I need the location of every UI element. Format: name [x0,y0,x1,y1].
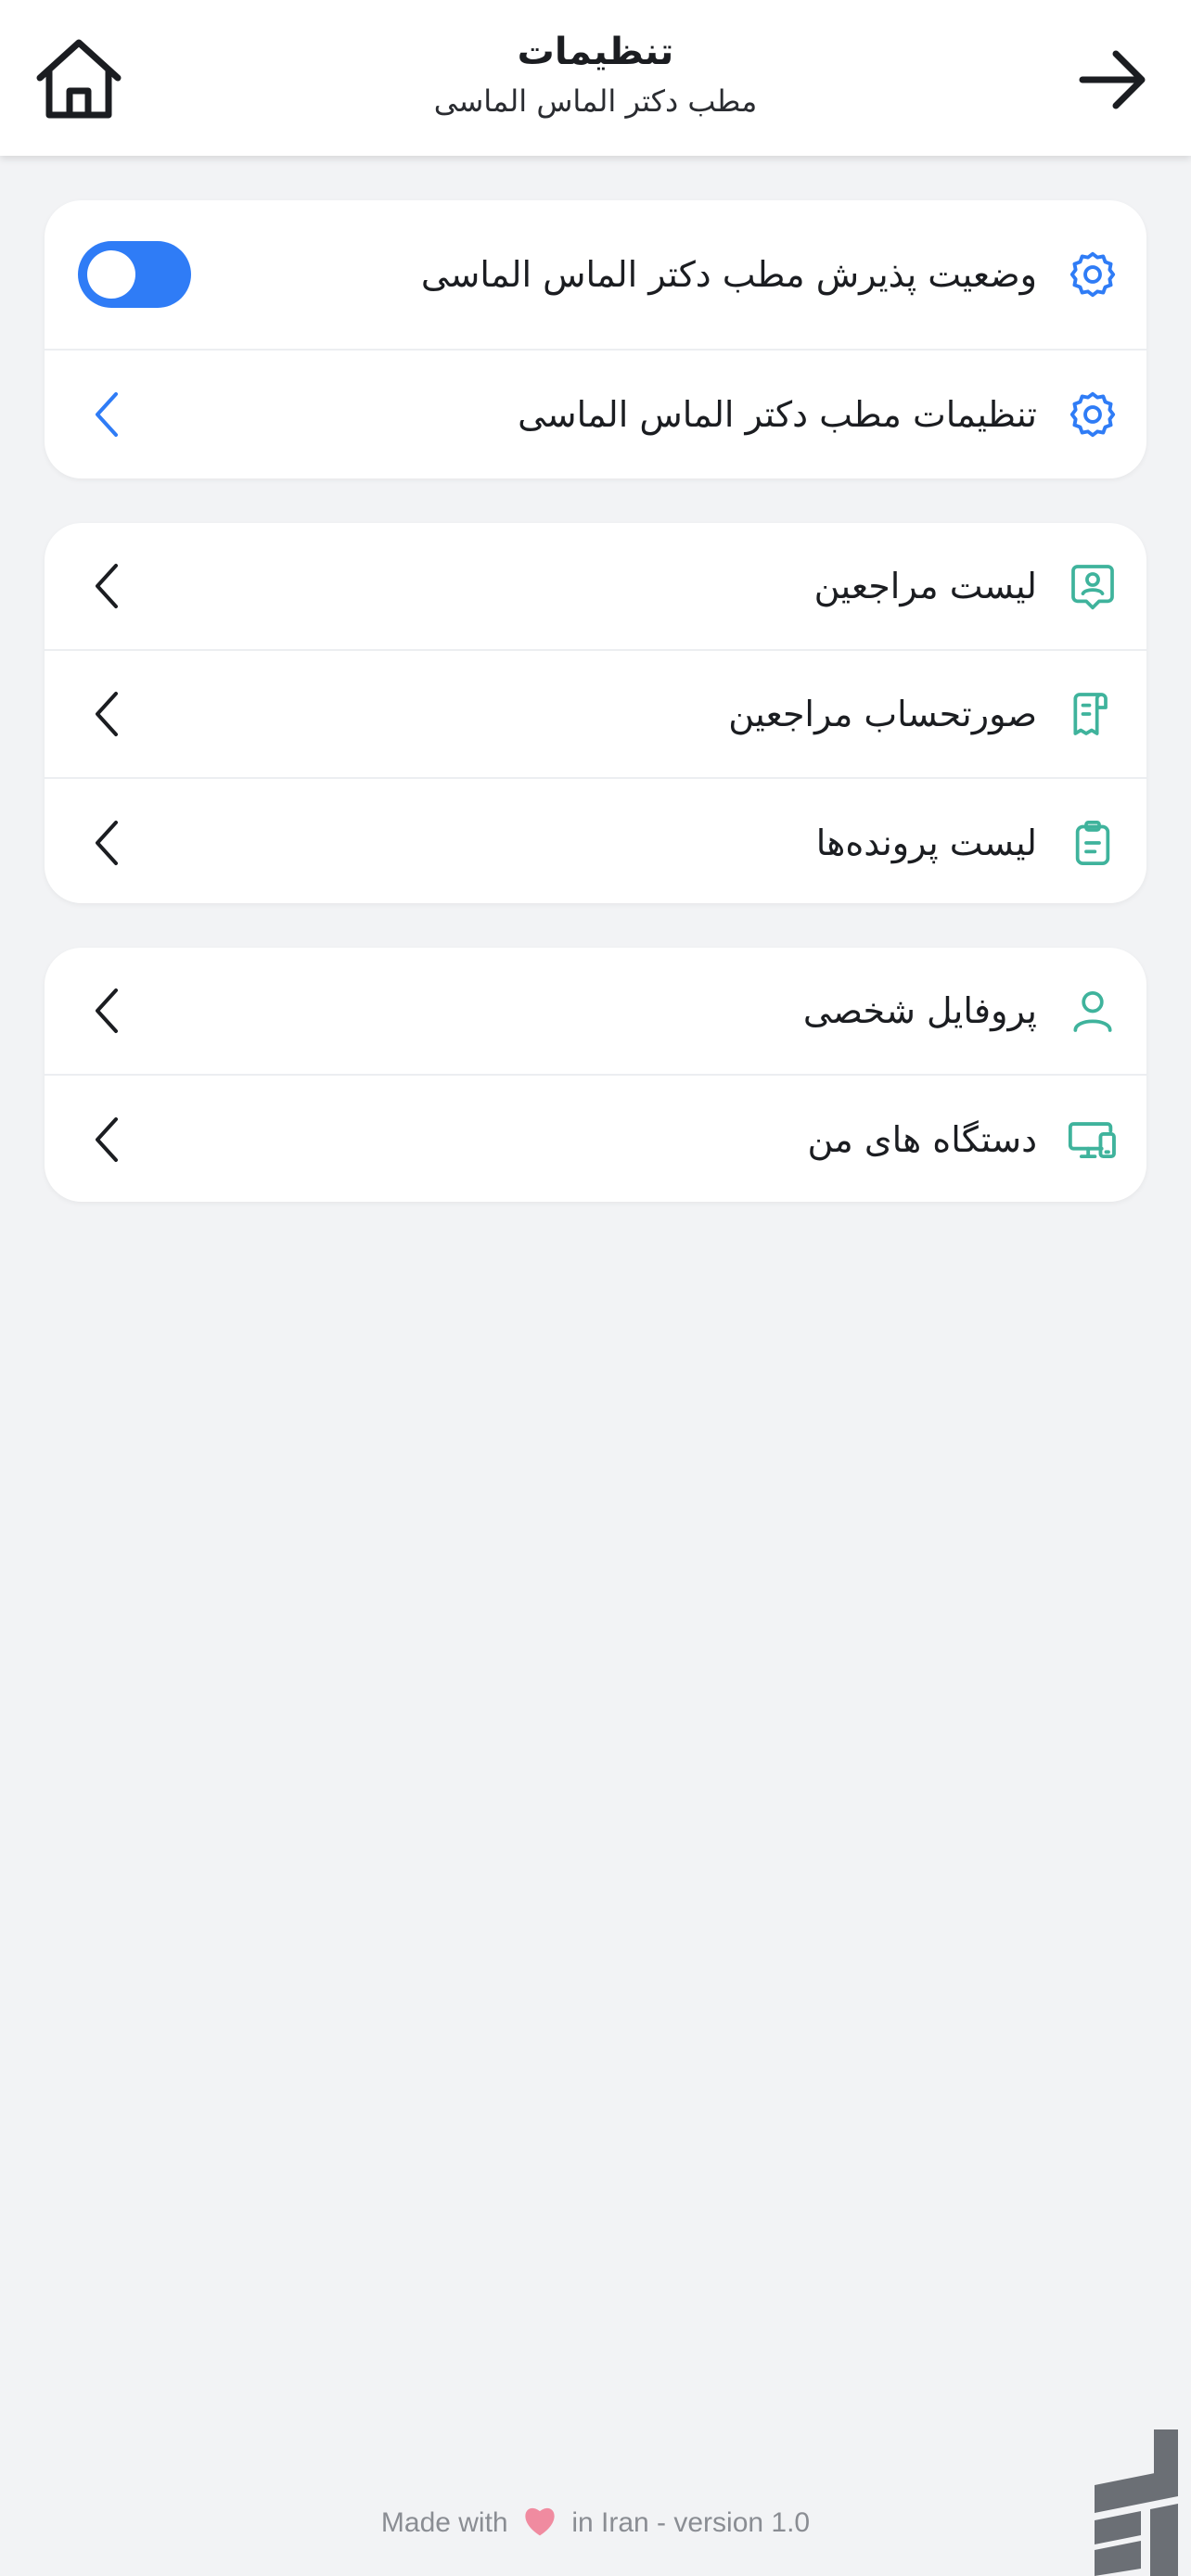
my-devices-label: دستگاه های من [807,1119,1037,1160]
heart-icon [521,2504,558,2544]
chevron-left-icon [85,1112,126,1167]
patients-invoice-label: صورتحساب مراجعین [728,694,1037,734]
files-list-row[interactable]: لیست پرونده‌ها [45,779,1146,903]
page-subtitle: مطب دکتر الماس الماسی [433,83,758,119]
chevron-left-icon [85,387,126,442]
app-header: تنظیمات مطب دکتر الماس الماسی [0,0,1191,156]
clinic-settings-label: تنظیمات مطب دکتر الماس الماسی [518,394,1037,435]
chevron-left-icon [85,686,126,742]
reception-status-label: وضعیت پذیرش مطب دکتر الماس الماسی [420,254,1037,295]
patients-card: لیست مراجعین صورتحساب مراجعین لیست پروند… [45,523,1146,903]
receipt-icon [1065,686,1121,742]
clinic-settings-row[interactable]: تنظیمات مطب دکتر الماس الماسی [45,351,1146,478]
reception-status-row[interactable]: وضعیت پذیرش مطب دکتر الماس الماسی [45,200,1146,351]
files-list-label: لیست پرونده‌ها [815,823,1037,863]
my-devices-row[interactable]: دستگاه های من [45,1076,1146,1202]
back-button[interactable] [1061,33,1163,126]
personal-profile-label: پروفایل شخصی [802,990,1037,1031]
chevron-left-icon [85,558,126,614]
patients-list-label: لیست مراجعین [813,566,1037,606]
patients-invoice-row[interactable]: صورتحساب مراجعین [45,651,1146,779]
clinic-settings-card: وضعیت پذیرش مطب دکتر الماس الماسی تنظیما… [45,200,1146,478]
clipboard-icon [1065,815,1121,871]
personal-profile-row[interactable]: پروفایل شخصی [45,948,1146,1076]
home-button[interactable] [28,33,130,126]
chevron-left-icon [85,983,126,1039]
gear-icon [1065,387,1121,442]
footer-credit: Made with in Iran - version 1.0 [0,2504,1191,2544]
footer-suffix: in Iran - version 1.0 [571,2506,811,2538]
chevron-left-icon [85,815,126,871]
toggle-knob [87,250,135,299]
account-card: پروفایل شخصی دستگاه های من [45,948,1146,1202]
reception-status-toggle[interactable] [78,241,191,308]
brand-logo-icon [1095,2429,1178,2576]
devices-icon [1065,1112,1121,1167]
patient-badge-icon [1065,558,1121,614]
page-title: تنظیمات [517,31,674,73]
user-icon [1065,983,1121,1039]
home-icon [36,39,122,119]
header-titles: تنظیمات مطب دکتر الماس الماسی [186,26,1005,124]
footer-prefix: Made with [380,2506,508,2538]
arrow-right-icon [1079,50,1146,109]
patients-list-row[interactable]: لیست مراجعین [45,523,1146,651]
gear-icon [1065,247,1121,302]
